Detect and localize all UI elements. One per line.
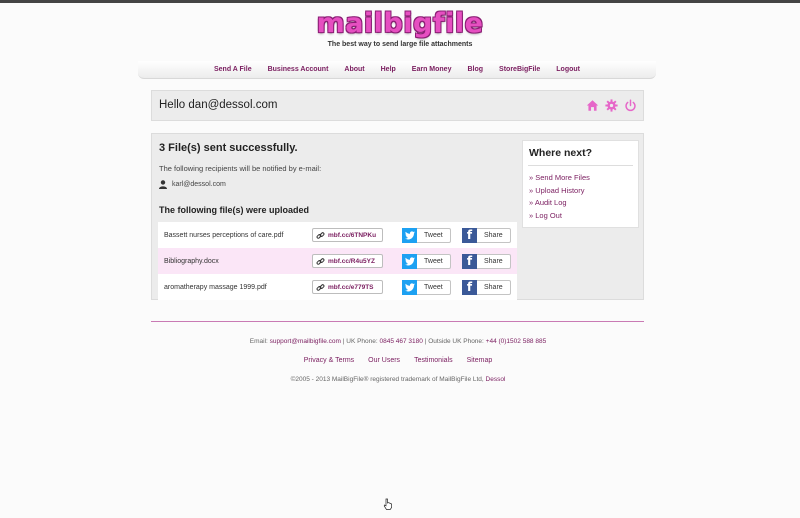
footer-link-privacy[interactable]: Privacy & Terms <box>304 357 354 364</box>
link-icon <box>316 283 325 291</box>
tweet-button[interactable]: Tweet <box>402 253 451 269</box>
link-send-more-files[interactable]: » Send More Files <box>529 172 590 185</box>
file-link[interactable]: mbf.cc/R4u5YZ <box>312 254 383 268</box>
tweet-button[interactable]: Tweet <box>402 279 451 295</box>
twitter-icon <box>402 279 417 295</box>
nav-business-account[interactable]: Business Account <box>268 66 329 73</box>
file-link-text: mbf.cc/6TNPKu <box>328 231 377 239</box>
file-row: aromatherapy massage 1999.pdf mbf.cc/e77… <box>158 274 517 300</box>
footer-contact: Email: support@mailbigfile.com | UK Phon… <box>0 338 796 345</box>
outside-phone: +44 (0)1502 588 885 <box>485 338 547 345</box>
uploaded-files-heading: The following file(s) were uploaded <box>159 205 310 215</box>
link-log-out[interactable]: » Log Out <box>529 210 590 223</box>
uk-phone-label: | UK Phone: <box>342 338 378 345</box>
copyright-text: ©2005 - 2013 MailBigFile® registered tra… <box>290 376 484 383</box>
tweet-label: Tweet <box>424 231 443 239</box>
logo[interactable]: mailbigfile <box>317 8 484 39</box>
link-upload-history[interactable]: » Upload History <box>529 185 590 198</box>
footer-link-testimonials[interactable]: Testimonials <box>414 357 453 364</box>
tweet-label: Tweet <box>424 257 443 265</box>
footer-link-our-users[interactable]: Our Users <box>368 357 400 364</box>
share-button[interactable]: f Share <box>462 227 511 243</box>
where-next-title: Where next? <box>529 147 593 159</box>
share-button[interactable]: f Share <box>462 279 511 295</box>
greeting-text: Hello dan@dessol.com <box>159 99 278 111</box>
tweet-label: Tweet <box>424 283 443 291</box>
support-email-link[interactable]: support@mailbigfile.com <box>270 338 341 345</box>
dessol-link[interactable]: Dessol <box>486 376 506 383</box>
where-next-links: » Send More Files » Upload History » Aud… <box>529 172 590 222</box>
nav-storebigfile[interactable]: StoreBigFile <box>499 66 540 73</box>
where-next-box: Where next? » Send More Files » Upload H… <box>522 140 639 228</box>
file-link[interactable]: mbf.cc/6TNPKu <box>312 228 383 242</box>
file-name: Bibliography.docx <box>164 257 219 265</box>
gear-icon[interactable] <box>605 99 618 112</box>
nav-send-a-file[interactable]: Send A File <box>214 66 252 73</box>
link-icon <box>316 257 325 265</box>
window-top-border <box>0 0 800 3</box>
greeting-panel: Hello dan@dessol.com <box>151 90 644 121</box>
logo-container: mailbigfile <box>0 8 800 39</box>
account-icons <box>586 99 637 112</box>
file-name: Bassett nurses perceptions of care.pdf <box>164 231 284 239</box>
nav-help[interactable]: Help <box>381 66 396 73</box>
notify-text: The following recipients will be notifie… <box>159 164 322 173</box>
link-icon <box>316 231 325 239</box>
main-nav: Send A File Business Account About Help … <box>138 61 656 79</box>
file-row: Bassett nurses perceptions of care.pdf m… <box>158 222 517 248</box>
nav-earn-money[interactable]: Earn Money <box>412 66 452 73</box>
divider <box>528 165 633 166</box>
share-button[interactable]: f Share <box>462 253 511 269</box>
hand-cursor-icon <box>383 498 392 510</box>
success-message: 3 File(s) sent successfully. <box>159 142 298 154</box>
footer-links: Privacy & Terms Our Users Testimonials S… <box>0 357 796 364</box>
nav-blog[interactable]: Blog <box>467 66 483 73</box>
facebook-icon: f <box>462 253 477 269</box>
user-icon <box>159 180 167 189</box>
facebook-icon: f <box>462 279 477 295</box>
recipient: karl@dessol.com <box>159 180 226 189</box>
share-label: Share <box>484 231 503 239</box>
email-label: Email: <box>249 338 268 345</box>
twitter-icon <box>402 227 417 243</box>
copyright: ©2005 - 2013 MailBigFile® registered tra… <box>0 376 796 383</box>
nav-about[interactable]: About <box>344 66 364 73</box>
nav-logout[interactable]: Logout <box>556 66 580 73</box>
power-icon[interactable] <box>624 99 637 112</box>
footer-link-sitemap[interactable]: Sitemap <box>467 357 493 364</box>
uk-phone: 0845 467 3180 <box>379 338 423 345</box>
share-label: Share <box>484 257 503 265</box>
share-label: Share <box>484 283 503 291</box>
file-link-text: mbf.cc/e779TS <box>328 283 374 291</box>
tagline: The best way to send large file attachme… <box>327 41 473 48</box>
file-link[interactable]: mbf.cc/e779TS <box>312 280 383 294</box>
home-icon[interactable] <box>586 99 599 112</box>
upload-result-panel: 3 File(s) sent successfully. The followi… <box>151 133 644 300</box>
footer-divider <box>151 321 644 322</box>
file-row: Bibliography.docx mbf.cc/R4u5YZ Tweet f … <box>158 248 517 274</box>
link-audit-log[interactable]: » Audit Log <box>529 197 590 210</box>
file-link-text: mbf.cc/R4u5YZ <box>328 257 375 265</box>
recipient-email: karl@dessol.com <box>172 181 226 188</box>
twitter-icon <box>402 253 417 269</box>
tweet-button[interactable]: Tweet <box>402 227 451 243</box>
uploaded-files-table: Bassett nurses perceptions of care.pdf m… <box>158 222 517 300</box>
facebook-icon: f <box>462 227 477 243</box>
outside-phone-label: | Outside UK Phone: <box>424 338 484 345</box>
file-name: aromatherapy massage 1999.pdf <box>164 283 267 291</box>
